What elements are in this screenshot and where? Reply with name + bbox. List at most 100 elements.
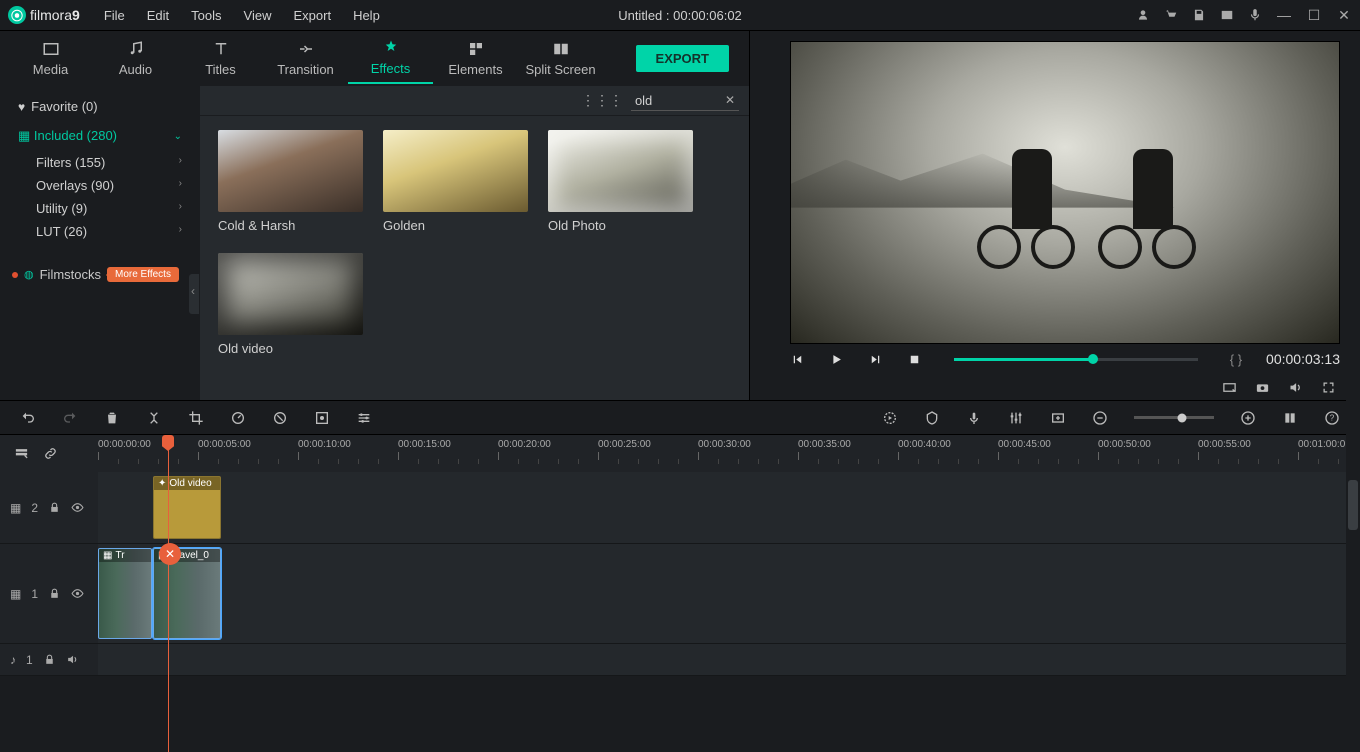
effect-cold-harsh[interactable]: Cold & Harsh xyxy=(218,130,363,233)
eye-icon[interactable] xyxy=(71,587,84,600)
zoom-slider[interactable] xyxy=(1134,416,1214,419)
playhead[interactable] xyxy=(168,435,169,752)
mic-icon[interactable] xyxy=(1248,8,1262,22)
zoom-in-icon[interactable] xyxy=(1240,410,1256,426)
tab-media[interactable]: Media xyxy=(8,34,93,83)
track-video-1: ▦ 1 ▦Tr ▦Travel_0 ✕ xyxy=(0,544,1360,644)
fullscreen-icon[interactable] xyxy=(1321,380,1336,395)
tab-elements[interactable]: Elements xyxy=(433,34,518,83)
tab-audio[interactable]: Audio xyxy=(93,34,178,83)
library-pane: Media Audio Titles Transition Effects El… xyxy=(0,31,750,400)
lock-icon[interactable] xyxy=(43,653,56,666)
cart-icon[interactable] xyxy=(1164,8,1178,22)
adjust-icon[interactable] xyxy=(356,410,372,426)
eye-icon[interactable] xyxy=(71,501,84,514)
sidebar-favorite[interactable]: Favorite (0) xyxy=(0,92,200,121)
lock-icon[interactable] xyxy=(48,587,61,600)
sidebar-included[interactable]: ▦ Included (280)⌄ xyxy=(0,121,200,151)
volume-icon[interactable] xyxy=(1288,380,1303,395)
tab-effects[interactable]: Effects xyxy=(348,33,433,84)
sidebar-lut[interactable]: LUT (26)› xyxy=(0,220,200,243)
transport-bar: { } 00:00:03:13 xyxy=(790,344,1340,374)
quality-icon[interactable] xyxy=(1222,380,1237,395)
mail-icon[interactable] xyxy=(1220,8,1234,22)
export-button[interactable]: EXPORT xyxy=(636,45,729,72)
menu-edit[interactable]: Edit xyxy=(137,4,179,27)
timeline-tracks: ▦ 2 ✦Old video ▦ 1 ▦Tr ▦Travel_0 ✕ xyxy=(0,472,1360,676)
ruler-tick: 00:00:15:00 xyxy=(398,439,451,460)
ruler-tick: 00:00:10:00 xyxy=(298,439,351,460)
vertical-scrollbar[interactable] xyxy=(1346,400,1360,721)
account-icon[interactable] xyxy=(1136,8,1150,22)
search-input[interactable] xyxy=(635,93,715,108)
app-logo: ⦿ filmora9 xyxy=(8,6,80,24)
timeline-ruler[interactable]: 00:00:00:0000:00:05:0000:00:10:0000:00:1… xyxy=(98,435,1360,472)
sidebar-utility[interactable]: Utility (9)› xyxy=(0,197,200,220)
help-icon[interactable]: ? xyxy=(1324,410,1340,426)
more-effects-badge[interactable]: More Effects xyxy=(107,267,179,282)
titlebar-right: — ☐ ✕ xyxy=(1136,7,1352,24)
split-icon[interactable] xyxy=(146,410,162,426)
crop-icon[interactable] xyxy=(188,410,204,426)
lock-icon[interactable] xyxy=(48,501,61,514)
sidebar-overlays[interactable]: Overlays (90)› xyxy=(0,174,200,197)
play-button[interactable] xyxy=(829,352,844,367)
manage-tracks-icon[interactable] xyxy=(14,446,29,461)
ruler-tick: 00:00:50:00 xyxy=(1098,439,1151,460)
maximize-button[interactable]: ☐ xyxy=(1306,7,1322,24)
clip-video-1[interactable]: ▦Tr xyxy=(98,548,152,639)
speaker-icon[interactable] xyxy=(66,653,79,666)
minimize-button[interactable]: — xyxy=(1276,7,1292,23)
library-tabs: Media Audio Titles Transition Effects El… xyxy=(0,31,749,86)
color-icon[interactable] xyxy=(272,410,288,426)
tab-titles[interactable]: Titles xyxy=(178,34,263,83)
clip-old-video-effect[interactable]: ✦Old video xyxy=(153,476,221,539)
redo-icon[interactable] xyxy=(62,410,78,426)
effect-golden[interactable]: Golden xyxy=(383,130,528,233)
greenscreen-icon[interactable] xyxy=(314,410,330,426)
record-vo-icon[interactable] xyxy=(966,410,982,426)
add-marker-icon[interactable] xyxy=(1050,410,1066,426)
marker-icon[interactable] xyxy=(924,410,940,426)
save-icon[interactable] xyxy=(1192,8,1206,22)
logo-icon: ⦿ xyxy=(8,6,26,24)
menu-file[interactable]: File xyxy=(94,4,135,27)
delete-icon[interactable] xyxy=(104,410,120,426)
close-button[interactable]: ✕ xyxy=(1336,7,1352,24)
zoom-fit-icon[interactable] xyxy=(1282,410,1298,426)
menu-help[interactable]: Help xyxy=(343,4,390,27)
zoom-out-icon[interactable] xyxy=(1092,410,1108,426)
clear-search-icon[interactable]: ✕ xyxy=(725,93,735,107)
prev-frame-button[interactable] xyxy=(790,352,805,367)
app-name: filmora9 xyxy=(30,7,80,23)
effect-old-video[interactable]: Old video xyxy=(218,253,363,356)
snapshot-icon[interactable] xyxy=(1255,380,1270,395)
ruler-tick: 00:00:25:00 xyxy=(598,439,651,460)
search-box: ✕ xyxy=(631,91,739,111)
menu-view[interactable]: View xyxy=(234,4,282,27)
track-number: 1 xyxy=(31,587,38,601)
stop-button[interactable] xyxy=(907,352,922,367)
titlebar: ⦿ filmora9 File Edit Tools View Export H… xyxy=(0,0,1360,30)
track-number: 2 xyxy=(31,501,38,515)
speed-icon[interactable] xyxy=(230,410,246,426)
range-markers-icon[interactable]: { } xyxy=(1230,352,1242,367)
undo-icon[interactable] xyxy=(20,410,36,426)
effect-old-photo[interactable]: Old Photo xyxy=(548,130,693,233)
next-frame-button[interactable] xyxy=(868,352,883,367)
menu-tools[interactable]: Tools xyxy=(181,4,231,27)
link-icon[interactable] xyxy=(43,446,58,461)
tab-splitscreen[interactable]: Split Screen xyxy=(518,34,603,83)
tab-transition[interactable]: Transition xyxy=(263,34,348,83)
sidebar-filters[interactable]: Filters (155)› xyxy=(0,151,200,174)
project-title: Untitled : 00:00:06:02 xyxy=(618,8,742,23)
render-icon[interactable] xyxy=(882,410,898,426)
sidebar-collapse-handle[interactable] xyxy=(189,274,199,314)
transition-badge-icon[interactable]: ✕ xyxy=(159,543,181,565)
menu-export[interactable]: Export xyxy=(283,4,341,27)
preview-canvas[interactable] xyxy=(790,41,1340,344)
preview-progress[interactable] xyxy=(954,358,1198,361)
mixer-icon[interactable] xyxy=(1008,410,1024,426)
grid-view-icon[interactable]: ⋮⋮⋮ xyxy=(581,92,623,109)
sidebar-filmstocks[interactable]: ◍ Filmstocks More Effects xyxy=(0,261,200,288)
